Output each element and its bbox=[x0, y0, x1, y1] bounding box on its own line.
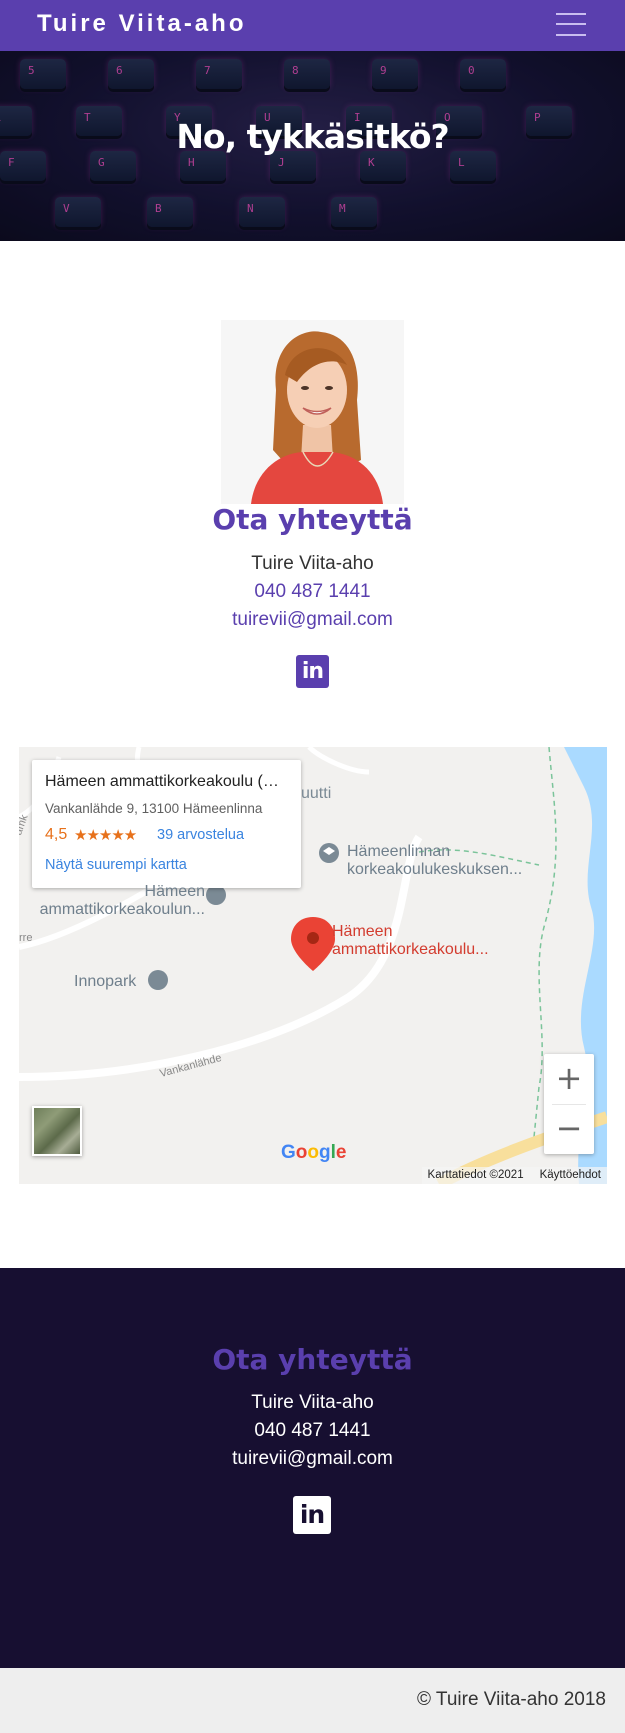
place-rating: 4,5 bbox=[45, 826, 68, 843]
zoom-controls: + − bbox=[544, 1054, 594, 1154]
map-label-library[interactable]: Hämeenlinnan korkeakoulukeskuksen... bbox=[347, 843, 537, 879]
hero-banner: 567890RTYUIOPFGHJKLVBNM No, tykkäsitkö? bbox=[0, 51, 625, 241]
hamburger-menu-icon[interactable] bbox=[556, 12, 586, 36]
map-attribution: Karttatiedot ©2021 Käyttöehdot bbox=[421, 1167, 607, 1184]
footer: Ota yhteyttä Tuire Viita-aho 040 487 144… bbox=[0, 1268, 625, 1668]
larger-map-link[interactable]: Näytä suurempi kartta bbox=[45, 857, 187, 873]
top-navbar: Tuire Viita-aho bbox=[0, 0, 625, 51]
zoom-in-button[interactable]: + bbox=[544, 1054, 594, 1104]
footer-name: Tuire Viita-aho bbox=[251, 1392, 374, 1413]
embedded-google-map[interactable]: Hämeen ammattikorkeakoulu (HAMK) Vankanl… bbox=[19, 747, 607, 1184]
reviews-link[interactable]: 39 arvostelua bbox=[157, 827, 244, 843]
map-label-side-2: rre bbox=[19, 932, 33, 944]
terms-link[interactable]: Käyttöehdot bbox=[540, 1169, 601, 1181]
linkedin-icon[interactable]: in bbox=[296, 655, 329, 688]
map-label-hamk-left[interactable]: Hämeen ammattikorkeakoulun... bbox=[19, 883, 205, 919]
brand-logo-text[interactable]: Tuire Viita-aho bbox=[37, 10, 246, 38]
contact-name: Tuire Viita-aho bbox=[251, 553, 374, 574]
place-title: Hämeen ammattikorkeakoulu (HAMK) bbox=[45, 773, 290, 790]
footer-email-link[interactable]: tuirevii@gmail.com bbox=[0, 1448, 625, 1470]
contact-email-link[interactable]: tuirevii@gmail.com bbox=[0, 609, 625, 631]
footer-linkedin-icon[interactable]: in bbox=[293, 1496, 331, 1534]
copyright-text: © Tuire Viita-aho 2018 bbox=[417, 1689, 606, 1710]
map-label-innopark[interactable]: Innopark bbox=[74, 973, 136, 991]
contact-heading: Ota yhteyttä bbox=[212, 503, 413, 536]
zoom-out-button[interactable]: − bbox=[544, 1104, 594, 1154]
satellite-toggle-thumbnail[interactable] bbox=[32, 1106, 82, 1156]
hero-title: No, tykkäsitkö? bbox=[176, 117, 449, 156]
footer-phone-link[interactable]: 040 487 1441 bbox=[0, 1420, 625, 1442]
footer-heading: Ota yhteyttä bbox=[212, 1343, 413, 1376]
map-label-pin[interactable]: Hämeen ammattikorkeakoulu... bbox=[332, 923, 512, 959]
place-address: Vankanlähde 9, 13100 Hämeenlinna bbox=[45, 801, 263, 816]
map-data-credit[interactable]: Karttatiedot ©2021 bbox=[428, 1169, 524, 1181]
rating-stars-icon: ★★★★★ bbox=[74, 826, 137, 844]
map-label-top: uutti bbox=[301, 785, 332, 802]
portrait-photo bbox=[221, 320, 404, 504]
place-info-card: Hämeen ammattikorkeakoulu (HAMK) Vankanl… bbox=[32, 760, 301, 888]
contact-phone-link[interactable]: 040 487 1441 bbox=[0, 581, 625, 603]
google-logo: Google bbox=[281, 1142, 347, 1163]
copyright-bar: © Tuire Viita-aho 2018 bbox=[0, 1668, 625, 1733]
